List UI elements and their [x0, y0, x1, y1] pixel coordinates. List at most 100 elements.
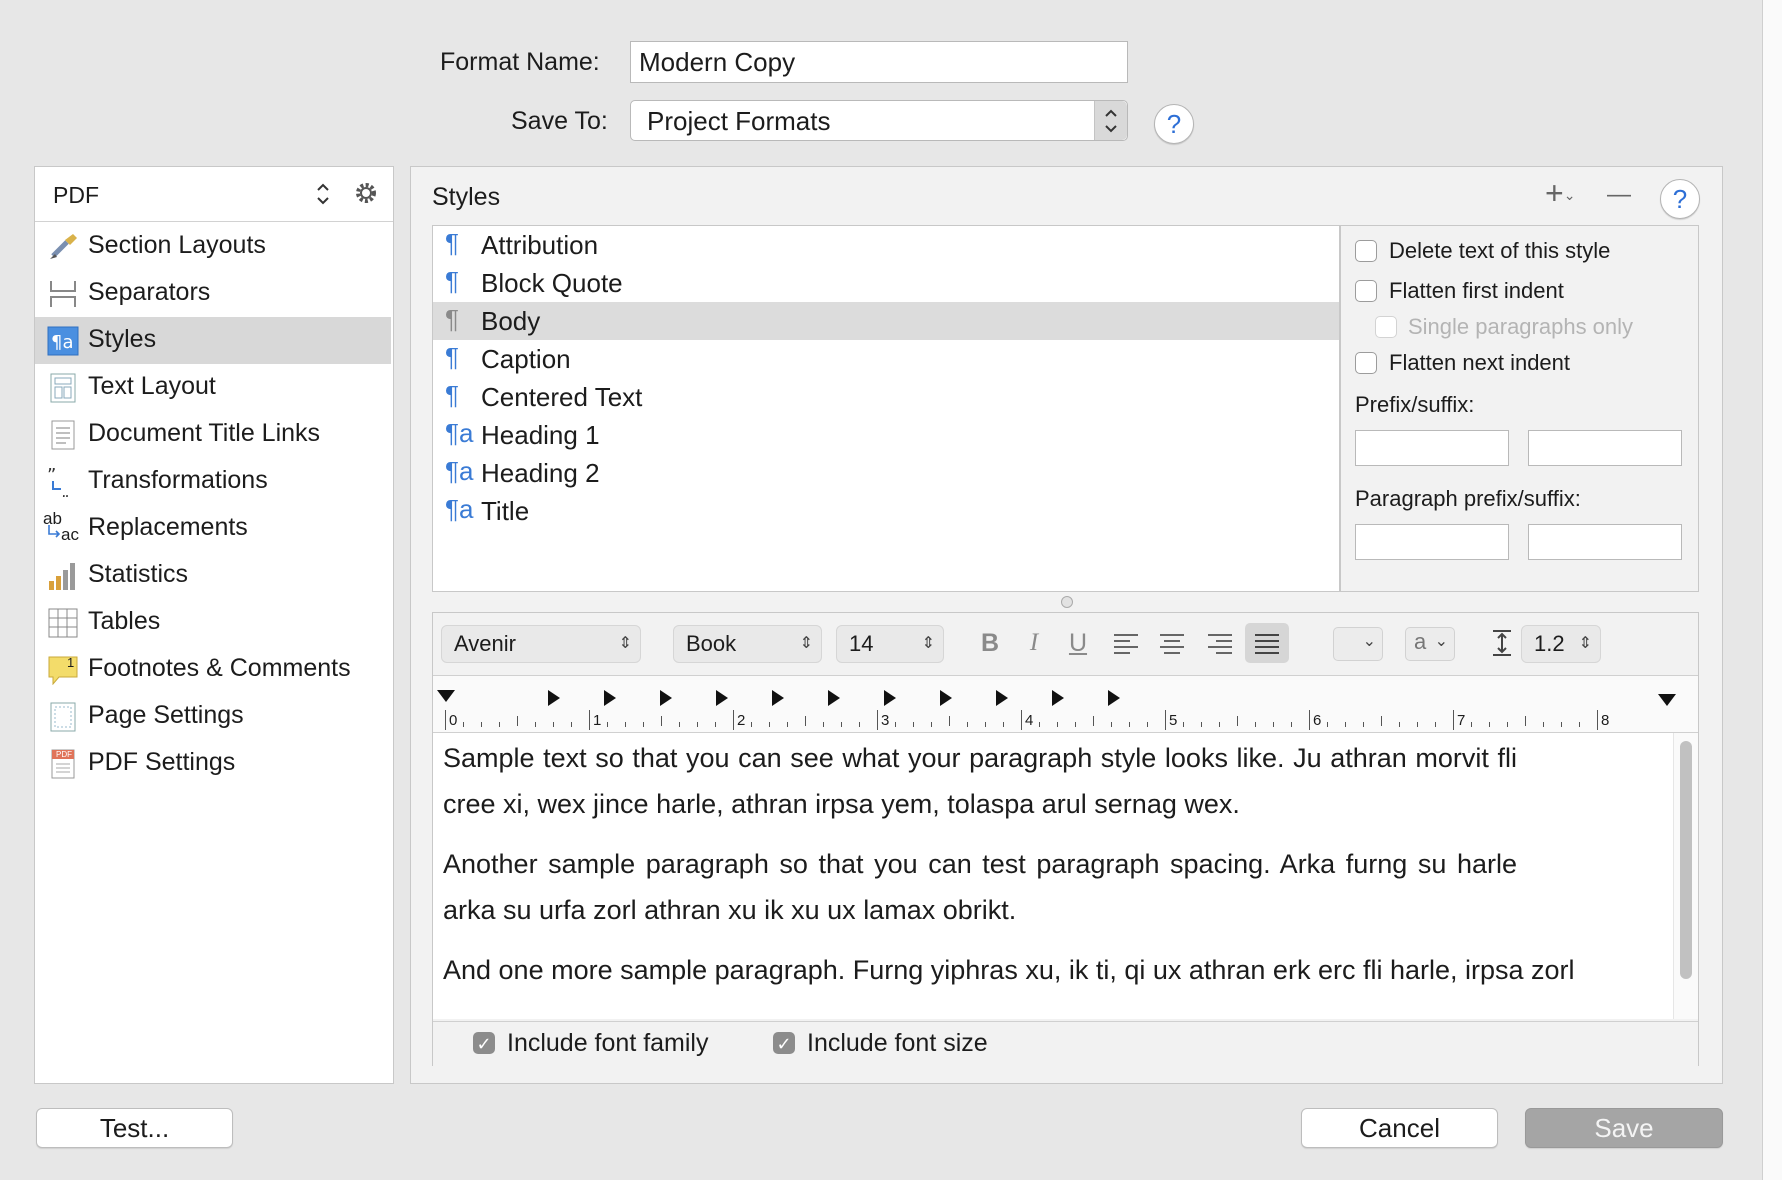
tab-stop-marker[interactable] — [604, 690, 616, 706]
ruler-minor-tick — [787, 722, 788, 727]
prefix-field[interactable] — [1355, 430, 1509, 466]
ruler[interactable]: 0 1 2 3 4 5 6 7 8 — [433, 675, 1698, 733]
tab-stop-marker[interactable] — [548, 690, 560, 706]
flatten-next-indent-checkbox[interactable] — [1355, 352, 1377, 374]
style-row-caption[interactable]: ¶ Caption — [433, 340, 1339, 378]
ruler-minor-tick — [697, 722, 698, 727]
paragraph-prefix-field[interactable] — [1355, 524, 1509, 560]
suffix-field[interactable] — [1528, 430, 1682, 466]
font-style-value: Book — [686, 631, 737, 656]
prefix-suffix-label: Prefix/suffix: — [1355, 392, 1475, 417]
ruler-minor-tick — [1363, 722, 1364, 727]
align-right-icon[interactable] — [1207, 633, 1233, 660]
sidebar-item-label: Section Layouts — [88, 231, 266, 259]
flatten-first-indent-label: Flatten first indent — [1389, 278, 1564, 303]
sidebar-item-footnotes-comments[interactable]: 1 Footnotes & Comments — [35, 646, 391, 693]
style-row-block-quote[interactable]: ¶ Block Quote — [433, 264, 1339, 302]
flatten-first-indent-checkbox[interactable] — [1355, 280, 1377, 302]
paragraph-style-icon: ¶ — [445, 266, 459, 296]
sample-text-area[interactable]: Sample text so that you can see what you… — [433, 733, 1698, 1019]
sidebar-item-text-layout[interactable]: Text Layout — [35, 364, 391, 411]
ruler-minor-tick — [751, 722, 752, 727]
justify-icon[interactable] — [1245, 623, 1289, 663]
save-to-value: Project Formats — [647, 106, 831, 136]
include-font-family-checkbox[interactable]: ✓ — [473, 1032, 495, 1054]
sidebar-item-styles[interactable]: ¶a Styles — [35, 317, 391, 364]
help-button-styles[interactable]: ? — [1660, 179, 1700, 219]
paragraph-suffix-field[interactable] — [1528, 524, 1682, 560]
line-spacing-popup[interactable]: 1.2 ⇕ — [1521, 625, 1601, 663]
comment-icon-badge: 1 — [67, 655, 75, 670]
sidebar-item-transformations[interactable]: ” „ Transformations — [35, 458, 391, 505]
include-font-size-checkbox[interactable]: ✓ — [773, 1032, 795, 1054]
font-size-popup[interactable]: 14 ⇕ — [836, 625, 944, 663]
highlight-color-popup[interactable]: ⌄ — [1333, 627, 1383, 661]
styles-icon: ¶a — [47, 326, 79, 356]
tab-stop-marker[interactable] — [660, 690, 672, 706]
ruler-major-tick — [733, 710, 734, 730]
format-name-field[interactable]: Modern Copy — [630, 41, 1128, 83]
style-row-heading-2[interactable]: ¶a Heading 2 — [433, 454, 1339, 492]
tab-stop-marker[interactable] — [716, 690, 728, 706]
sidebar-item-document-title-links[interactable]: Document Title Links — [35, 411, 391, 458]
right-indent-marker[interactable] — [1658, 694, 1676, 706]
tab-stop-marker[interactable] — [1052, 690, 1064, 706]
style-row-title[interactable]: ¶a Title — [433, 492, 1339, 530]
split-view-handle[interactable] — [1061, 596, 1073, 608]
style-row-heading-1[interactable]: ¶a Heading 1 — [433, 416, 1339, 454]
tab-stop-marker[interactable] — [940, 690, 952, 706]
tab-stop-marker[interactable] — [884, 690, 896, 706]
ruler-minor-tick — [1579, 722, 1580, 727]
align-left-icon[interactable] — [1113, 633, 1139, 660]
ruler-minor-tick — [1057, 722, 1058, 727]
underline-button[interactable]: U — [1061, 625, 1095, 661]
delete-text-checkbox[interactable] — [1355, 240, 1377, 262]
help-button-top[interactable]: ? — [1154, 104, 1194, 144]
sidebar-item-separators[interactable]: Separators — [35, 270, 391, 317]
save-to-popup[interactable]: Project Formats — [630, 100, 1128, 141]
ruler-minor-tick — [805, 716, 806, 726]
tab-stop-marker[interactable] — [772, 690, 784, 706]
single-paragraphs-only-checkbox[interactable] — [1375, 316, 1397, 338]
style-row-body[interactable]: ¶ Body — [433, 302, 1339, 340]
italic-button[interactable]: I — [1017, 625, 1051, 661]
sidebar-item-label: Replacements — [88, 513, 248, 541]
sidebar-item-tables[interactable]: Tables — [35, 599, 391, 646]
text-color-popup[interactable]: a ⌄ — [1405, 627, 1455, 661]
include-font-size-label: Include font size — [807, 1029, 988, 1057]
sidebar-item-statistics[interactable]: Statistics — [35, 552, 391, 599]
tab-stop-marker[interactable] — [996, 690, 1008, 706]
sidebar-item-pdf-settings[interactable]: PDF PDF Settings — [35, 740, 391, 787]
first-indent-marker[interactable] — [437, 690, 455, 702]
gear-icon[interactable] — [353, 180, 379, 211]
ruler-minor-tick — [715, 722, 716, 727]
sidebar-item-section-layouts[interactable]: Section Layouts — [35, 223, 391, 270]
cancel-button[interactable]: Cancel — [1301, 1108, 1498, 1148]
ruler-minor-tick — [571, 722, 572, 727]
bold-button[interactable]: B — [973, 625, 1007, 661]
font-family-popup[interactable]: Avenir ⇕ — [441, 625, 641, 663]
add-style-button[interactable]: +⌄ — [1545, 175, 1575, 212]
test-button[interactable]: Test... — [36, 1108, 233, 1148]
style-row-centered-text[interactable]: ¶ Centered Text — [433, 378, 1339, 416]
align-center-icon[interactable] — [1159, 633, 1185, 660]
scrollbar-track[interactable] — [1673, 733, 1698, 1019]
save-button[interactable]: Save — [1525, 1108, 1723, 1148]
tab-stop-marker[interactable] — [1108, 690, 1120, 706]
font-style-popup[interactable]: Book ⇕ — [673, 625, 822, 663]
ruler-minor-tick — [607, 722, 608, 727]
ruler-minor-tick — [1561, 722, 1562, 727]
stepper-chevron-icon: ⇕ — [799, 635, 813, 652]
sidebar-item-replacements[interactable]: ab ac Replacements — [35, 505, 391, 552]
sidebar-item-page-settings[interactable]: Page Settings — [35, 693, 391, 740]
ruler-minor-tick — [643, 722, 644, 727]
tab-stop-marker[interactable] — [828, 690, 840, 706]
remove-style-button[interactable]: — — [1607, 181, 1631, 209]
scrollbar-thumb[interactable] — [1680, 741, 1692, 979]
line-spacing-icon — [1491, 629, 1513, 662]
sidebar-selector[interactable]: PDF — [35, 167, 393, 222]
stepper-chevron-icon: ⇕ — [1578, 635, 1592, 652]
style-row-attribution[interactable]: ¶ Attribution — [433, 226, 1339, 264]
ruler-minor-tick — [949, 716, 950, 726]
flatten-next-indent-label: Flatten next indent — [1389, 350, 1571, 375]
